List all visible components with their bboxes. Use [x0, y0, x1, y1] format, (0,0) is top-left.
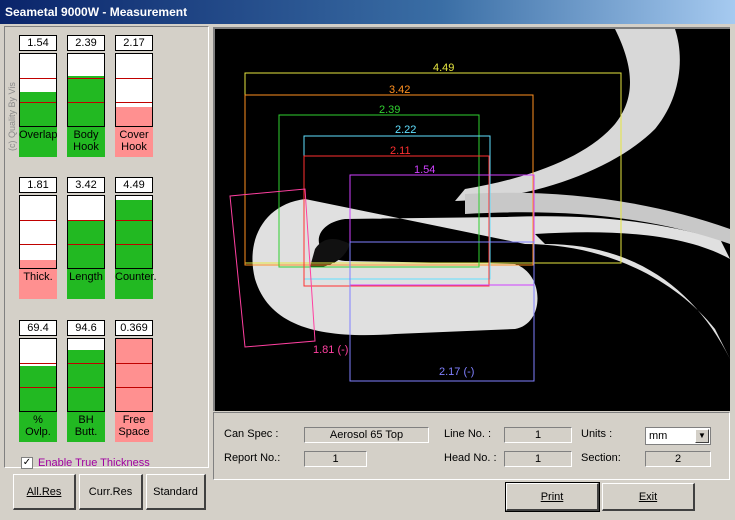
gauge-value: 3.42	[67, 177, 105, 193]
gauge-limit-line	[116, 220, 152, 221]
report-no-field: 1	[304, 451, 367, 467]
head-no-field: 1	[504, 451, 572, 467]
gauge-value: 1.54	[19, 35, 57, 51]
gauge-value: 2.39	[67, 35, 105, 51]
gauge-limit-line	[20, 387, 56, 388]
gauge-limit-line	[20, 78, 56, 79]
gauge-value: 1.81	[19, 177, 57, 193]
gauge-value: 0.369	[115, 320, 153, 336]
gauge-limit-line	[68, 363, 104, 364]
gauge-limit-line	[20, 102, 56, 103]
units-value: mm	[649, 430, 668, 442]
gauge-label: % Ovlp.	[19, 412, 57, 442]
gauge-bar	[115, 53, 153, 127]
line-no-field: 1	[504, 427, 572, 443]
gauge-limit-line	[68, 78, 104, 79]
gauge-panel: (c) Quality By Vis 1.54 Overlap 2.39 Body H…	[4, 26, 209, 470]
gauge-fill	[116, 200, 152, 268]
gauge-limit-line	[116, 244, 152, 245]
enable-true-thickness-checkbox[interactable]: ✓ Enable True Thickness	[21, 457, 150, 470]
thickness-label: 1.81 (-)	[313, 344, 348, 356]
gauge-label: Cover Hook	[115, 127, 153, 157]
gauge-fill	[68, 76, 104, 126]
chevron-down-icon[interactable]: ▼	[695, 429, 709, 443]
gauge-limit-line	[116, 78, 152, 79]
gauge-limit-line	[68, 220, 104, 221]
checkmark-icon[interactable]: ✓	[21, 457, 33, 470]
report-no-label: Report No.:	[224, 452, 281, 464]
gauge-fill	[20, 260, 56, 268]
gauge-limit-line	[116, 102, 152, 103]
info-panel: Can Spec : Aerosol 65 Top Report No.: 1 …	[213, 412, 730, 480]
measure-label: 2.11	[390, 145, 411, 157]
gauge-bar	[115, 195, 153, 269]
gauge-bar	[19, 195, 57, 269]
cross-section-image: 4.49 3.42 2.39 2.22 2.11 1.54 2.17 (-) 1.81 (-)	[213, 27, 730, 411]
gauge-bar	[19, 53, 57, 127]
gauge-bar	[19, 338, 57, 412]
all-res-button[interactable]: All.Res	[13, 474, 76, 510]
gauge-label: Length	[67, 269, 105, 299]
gauge-limit-line	[20, 220, 56, 221]
gauge-limit-line	[116, 387, 152, 388]
gauge-value: 94.6	[67, 320, 105, 336]
standard-button[interactable]: Standard	[146, 474, 206, 510]
seam-image-canvas: 4.49 3.42 2.39 2.22 2.111.54 2.17 (-) 1.81 (-)	[229, 29, 730, 382]
gauge-label: Body Hook	[67, 127, 105, 157]
units-label: Units :	[581, 428, 613, 440]
measure-label: 2.39	[379, 104, 400, 116]
print-button[interactable]: Print	[505, 482, 600, 512]
head-no-label: Head No. :	[444, 452, 497, 464]
line-no-label: Line No. :	[444, 428, 492, 440]
measurement-window: (c) Quality By Vis 1.54 Overlap 2.39 Body H…	[0, 24, 735, 520]
gauge-fill	[20, 92, 56, 126]
gauge-value: 2.17	[115, 35, 153, 51]
exit-button[interactable]: Exit	[602, 483, 695, 511]
enable-true-thickness-label: Enable True Thickness	[38, 457, 150, 469]
gauge-label: Free Space	[115, 412, 153, 442]
window-title: Seametal 9000W - Measurement	[0, 0, 735, 24]
gauge-fill	[20, 366, 56, 411]
gauge-value: 69.4	[19, 320, 57, 336]
measure-label: 1.54	[414, 164, 435, 176]
gauge-fill	[116, 339, 152, 411]
gauge-value: 4.49	[115, 177, 153, 193]
gauge-bar	[67, 195, 105, 269]
watermark: (c) Quality By Vis	[7, 82, 17, 151]
gauge-limit-line	[20, 363, 56, 364]
measure-label: 2.17 (-)	[439, 366, 474, 378]
can-spec-label: Can Spec :	[224, 428, 279, 440]
gauge-label: BH Butt.	[67, 412, 105, 442]
measure-label: 4.49	[433, 62, 454, 74]
gauge-limit-line	[68, 102, 104, 103]
section-label: Section:	[581, 452, 621, 464]
can-spec-field: Aerosol 65 Top	[304, 427, 429, 443]
section-field: 2	[645, 451, 711, 467]
gauge-limit-line	[20, 244, 56, 245]
gauge-limit-line	[68, 387, 104, 388]
measure-label: 2.22	[395, 124, 416, 136]
curr-res-button[interactable]: Curr.Res	[79, 474, 143, 510]
measure-label: 3.42	[389, 84, 410, 96]
units-select[interactable]: mm ▼	[645, 427, 711, 445]
gauge-label: Thick.	[19, 269, 57, 299]
gauge-bar	[115, 338, 153, 412]
gauge-fill	[68, 350, 104, 411]
gauge-limit-line	[116, 363, 152, 364]
gauge-label: Counter.	[115, 269, 157, 299]
gauge-label: Overlap	[19, 127, 58, 157]
gauge-bar	[67, 338, 105, 412]
gauge-fill	[116, 107, 152, 126]
gauge-limit-line	[68, 244, 104, 245]
gauge-bar	[67, 53, 105, 127]
